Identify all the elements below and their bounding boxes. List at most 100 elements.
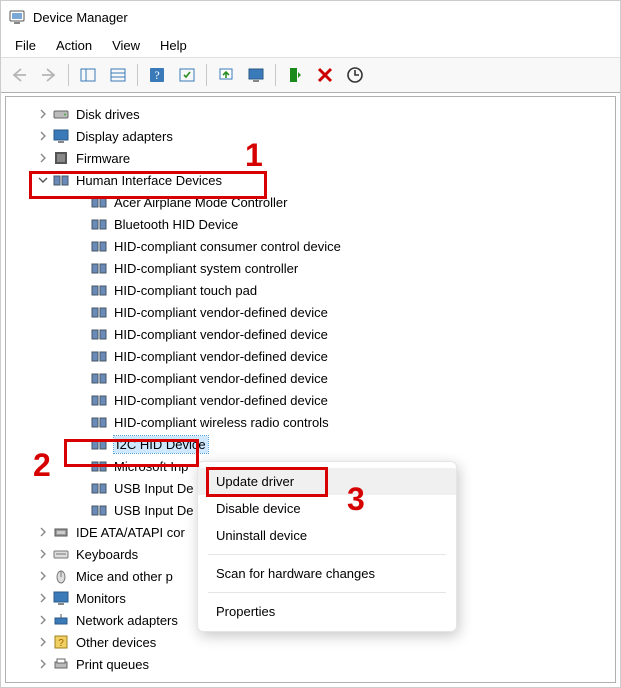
tree-item-label: Display adapters: [76, 129, 173, 144]
tree-category[interactable]: Firmware: [36, 147, 615, 169]
tree-item-label: Firmware: [76, 151, 130, 166]
tree-item-label: I2C HID Device: [114, 436, 208, 453]
menu-action[interactable]: Action: [46, 33, 102, 57]
category-icon: [52, 523, 70, 541]
tree-item-label: HID-compliant vendor-defined device: [114, 305, 328, 320]
tree-device-item[interactable]: HID-compliant vendor-defined device: [36, 323, 615, 345]
device-manager-icon: [9, 9, 25, 25]
category-icon: [52, 149, 70, 167]
hid-device-icon: [90, 215, 108, 233]
hid-device-icon: [90, 413, 108, 431]
chevron-right-icon[interactable]: [36, 547, 50, 561]
tree-device-item[interactable]: Bluetooth HID Device: [36, 213, 615, 235]
disable-device-button[interactable]: [311, 61, 339, 89]
chevron-right-icon[interactable]: [36, 591, 50, 605]
scan-hardware-button[interactable]: [341, 61, 369, 89]
category-icon: [52, 545, 70, 563]
ctx-disable-device[interactable]: Disable device: [198, 495, 456, 522]
hid-device-icon: [90, 347, 108, 365]
tree-device-item[interactable]: I2C HID Device: [36, 433, 615, 455]
tree-category[interactable]: Human Interface Devices: [36, 169, 615, 191]
hid-device-icon: [90, 281, 108, 299]
menu-view[interactable]: View: [102, 33, 150, 57]
tree-device-item[interactable]: HID-compliant vendor-defined device: [36, 389, 615, 411]
tree-item-label: HID-compliant wireless radio controls: [114, 415, 329, 430]
tree-item-label: Microsoft Inp: [114, 459, 188, 474]
tree-device-item[interactable]: HID-compliant wireless radio controls: [36, 411, 615, 433]
update-driver-button[interactable]: [212, 61, 240, 89]
tree-device-item[interactable]: HID-compliant vendor-defined device: [36, 367, 615, 389]
tree-item-label: USB Input De: [114, 503, 194, 518]
hid-device-icon: [90, 391, 108, 409]
update-driver-icon: [217, 66, 235, 84]
forward-arrow-icon: [40, 66, 58, 84]
disable-device-icon: [316, 66, 334, 84]
svg-text:?: ?: [154, 68, 159, 82]
menu-bar: File Action View Help: [1, 33, 620, 57]
toolbar-separator: [275, 64, 276, 86]
title-bar: Device Manager: [1, 1, 620, 33]
scan-hardware-icon: [346, 66, 364, 84]
category-icon: [52, 655, 70, 673]
tree-item-label: Network adapters: [76, 613, 178, 628]
enable-device-button[interactable]: [281, 61, 309, 89]
ctx-update-driver[interactable]: Update driver: [198, 468, 456, 495]
chevron-down-icon[interactable]: [36, 173, 50, 187]
tree-category[interactable]: Print queues: [36, 653, 615, 675]
tree-device-item[interactable]: Acer Airplane Mode Controller: [36, 191, 615, 213]
ctx-scan-hardware[interactable]: Scan for hardware changes: [198, 560, 456, 587]
tree-category[interactable]: Disk drives: [36, 103, 615, 125]
chevron-right-icon[interactable]: [36, 151, 50, 165]
tree-item-label: Monitors: [76, 591, 126, 606]
tree-item-label: Mice and other p: [76, 569, 173, 584]
tree-item-label: Bluetooth HID Device: [114, 217, 238, 232]
category-icon: [52, 611, 70, 629]
console-tree-icon: [79, 66, 97, 84]
hid-device-icon: [90, 479, 108, 497]
menu-help[interactable]: Help: [150, 33, 197, 57]
ctx-properties[interactable]: Properties: [198, 598, 456, 625]
help-button[interactable]: ?: [143, 61, 171, 89]
hid-device-icon: [90, 369, 108, 387]
tree-device-item[interactable]: HID-compliant vendor-defined device: [36, 301, 615, 323]
chevron-right-icon[interactable]: [36, 613, 50, 627]
menu-file[interactable]: File: [5, 33, 46, 57]
show-hide-tree-button[interactable]: [74, 61, 102, 89]
toolbar-separator: [68, 64, 69, 86]
back-arrow-icon: [10, 66, 28, 84]
ctx-separator: [208, 592, 446, 593]
view-menu-button[interactable]: [104, 61, 132, 89]
chevron-right-icon[interactable]: [36, 107, 50, 121]
hid-device-icon: [90, 193, 108, 211]
view-menu-icon: [109, 66, 127, 84]
forward-button[interactable]: [35, 61, 63, 89]
chevron-right-icon[interactable]: [36, 635, 50, 649]
category-icon: [52, 171, 70, 189]
refresh-icon: [178, 66, 196, 84]
tree-item-label: HID-compliant vendor-defined device: [114, 327, 328, 342]
enable-device-icon: [286, 66, 304, 84]
tree-category[interactable]: Display adapters: [36, 125, 615, 147]
tree-device-item[interactable]: HID-compliant vendor-defined device: [36, 345, 615, 367]
toolbar: ?: [1, 57, 620, 93]
hid-device-icon: [90, 303, 108, 321]
chevron-right-icon[interactable]: [36, 657, 50, 671]
help-icon: ?: [148, 66, 166, 84]
uninstall-button[interactable]: [242, 61, 270, 89]
tree-category[interactable]: ?Other devices: [36, 631, 615, 653]
category-icon: [52, 105, 70, 123]
tree-device-item[interactable]: HID-compliant consumer control device: [36, 235, 615, 257]
back-button[interactable]: [5, 61, 33, 89]
category-icon: [52, 567, 70, 585]
tree-device-item[interactable]: HID-compliant system controller: [36, 257, 615, 279]
refresh-button[interactable]: [173, 61, 201, 89]
chevron-right-icon[interactable]: [36, 569, 50, 583]
tree-device-item[interactable]: HID-compliant touch pad: [36, 279, 615, 301]
ctx-uninstall-device[interactable]: Uninstall device: [198, 522, 456, 549]
toolbar-separator: [206, 64, 207, 86]
tree-item-label: HID-compliant touch pad: [114, 283, 257, 298]
toolbar-separator: [137, 64, 138, 86]
chevron-right-icon[interactable]: [36, 129, 50, 143]
tree-item-label: IDE ATA/ATAPI cor: [76, 525, 185, 540]
chevron-right-icon[interactable]: [36, 525, 50, 539]
